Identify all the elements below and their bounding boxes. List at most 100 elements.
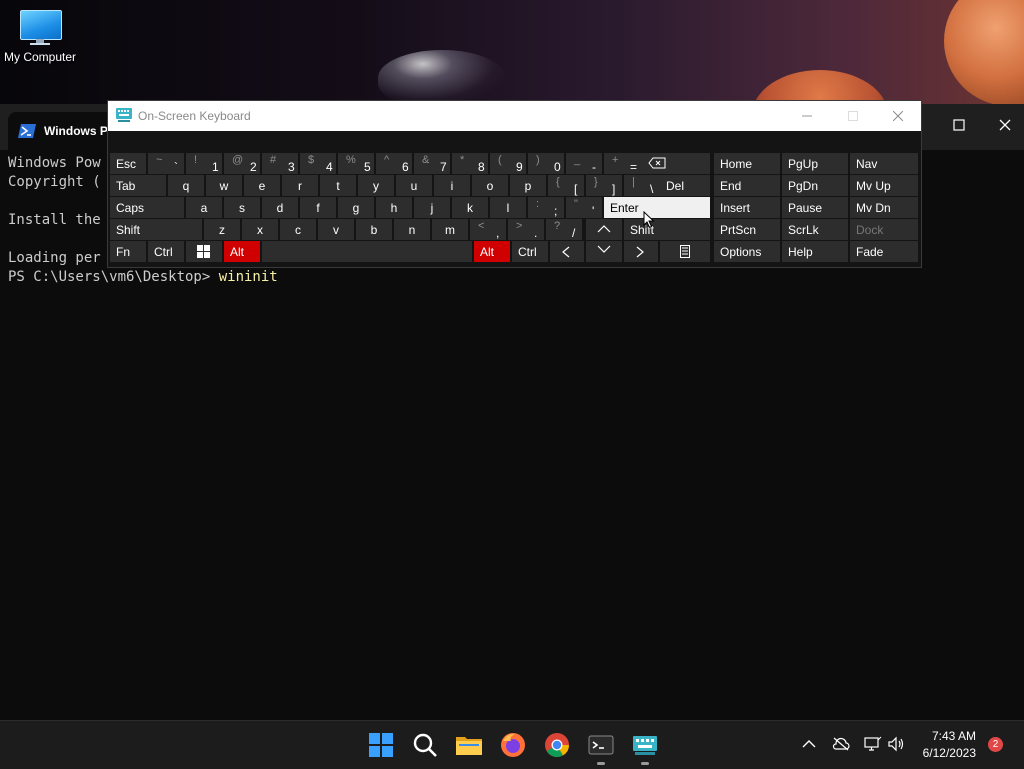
key-enter[interactable]: Enter xyxy=(604,197,710,218)
key-row1-12[interactable]: + = xyxy=(604,153,640,174)
key-menu[interactable] xyxy=(660,241,710,262)
key-letter[interactable]: v xyxy=(318,219,354,240)
key-row1-11[interactable]: _ - xyxy=(566,153,602,174)
key-punct[interactable]: >. xyxy=(508,219,544,240)
key-pgdn[interactable]: PgDn xyxy=(782,175,848,196)
key-windows[interactable] xyxy=(186,241,222,262)
key-row1-7[interactable]: & 7 xyxy=(414,153,450,174)
key-ctrl-right[interactable]: Ctrl xyxy=(512,241,548,262)
key-esc[interactable]: Esc xyxy=(110,153,146,174)
key-row1-5[interactable]: % 5 xyxy=(338,153,374,174)
key-arrow-right[interactable] xyxy=(624,241,658,262)
key-letter[interactable]: c xyxy=(280,219,316,240)
key-punct[interactable]: " ' xyxy=(566,197,602,218)
key-punct[interactable]: ? / xyxy=(546,219,582,240)
chrome-icon[interactable] xyxy=(543,731,571,759)
key-insert[interactable]: Insert xyxy=(714,197,780,218)
key-letter[interactable]: b xyxy=(356,219,392,240)
osk-maximize-button[interactable] xyxy=(830,101,876,131)
file-explorer-icon[interactable] xyxy=(455,731,483,759)
key-caps[interactable]: Caps xyxy=(110,197,184,218)
key-alt-right[interactable]: Alt xyxy=(474,241,510,262)
key-letter[interactable]: m xyxy=(432,219,468,240)
close-button[interactable] xyxy=(982,108,1024,142)
key-mv-dn[interactable]: Mv Dn xyxy=(850,197,918,218)
key-pause[interactable]: Pause xyxy=(782,197,848,218)
key-letter[interactable]: u xyxy=(396,175,432,196)
key-letter[interactable]: n xyxy=(394,219,430,240)
key-backspace[interactable] xyxy=(636,153,710,174)
key-row1-9[interactable]: (9 xyxy=(490,153,526,174)
key-row1-0[interactable]: ~ ` xyxy=(148,153,184,174)
key-shift-right[interactable]: Shift xyxy=(624,219,710,240)
cloud-offline-icon[interactable] xyxy=(832,737,850,751)
key-letter[interactable]: p xyxy=(510,175,546,196)
key-letter[interactable]: r xyxy=(282,175,318,196)
key-letter[interactable]: h xyxy=(376,197,412,218)
key-end[interactable]: End xyxy=(714,175,780,196)
key-arrow-left[interactable] xyxy=(550,241,584,262)
terminal-icon[interactable] xyxy=(587,731,615,759)
key-nav[interactable]: Nav xyxy=(850,153,918,174)
volume-icon[interactable] xyxy=(888,736,906,752)
key-home[interactable]: Home xyxy=(714,153,780,174)
key-letter[interactable]: e xyxy=(244,175,280,196)
key-arrow-up[interactable] xyxy=(586,219,622,240)
key-prtscn[interactable]: PrtScn xyxy=(714,219,780,240)
key-letter[interactable]: f xyxy=(300,197,336,218)
key-letter[interactable]: s xyxy=(224,197,260,218)
key-letter[interactable]: x xyxy=(242,219,278,240)
network-icon[interactable] xyxy=(864,736,882,752)
firefox-icon[interactable] xyxy=(499,731,527,759)
key-row1-10[interactable]: ) 0 xyxy=(528,153,564,174)
key-row1-8[interactable]: * 8 xyxy=(452,153,488,174)
osk-minimize-button[interactable] xyxy=(784,101,830,131)
start-icon[interactable] xyxy=(367,731,395,759)
key-letter[interactable]: j xyxy=(414,197,450,218)
osk-close-button[interactable] xyxy=(875,101,921,131)
key-letter[interactable]: k xyxy=(452,197,488,218)
key-bracket[interactable]: | \ xyxy=(624,175,660,196)
key-arrow-down[interactable] xyxy=(586,241,622,262)
key-letter[interactable]: g xyxy=(338,197,374,218)
key-punct[interactable]: <, xyxy=(470,219,506,240)
key-pgup[interactable]: PgUp xyxy=(782,153,848,174)
key-row1-4[interactable]: $4 xyxy=(300,153,336,174)
key-row1-1[interactable]: ! 1 xyxy=(186,153,222,174)
key-scrlk[interactable]: ScrLk xyxy=(782,219,848,240)
key-letter[interactable]: o xyxy=(472,175,508,196)
key-letter[interactable]: z xyxy=(204,219,240,240)
on-screen-keyboard-icon[interactable] xyxy=(631,731,659,759)
key-row1-2[interactable]: @2 xyxy=(224,153,260,174)
chevron-up-icon[interactable] xyxy=(802,739,816,749)
key-letter[interactable]: l xyxy=(490,197,526,218)
key-punct[interactable]: :; xyxy=(528,197,564,218)
key-space[interactable] xyxy=(262,241,472,262)
key-dock[interactable]: Dock xyxy=(850,219,918,240)
key-letter[interactable]: a xyxy=(186,197,222,218)
key-alt-left[interactable]: Alt xyxy=(224,241,260,262)
clock-date[interactable]: 6/12/2023 xyxy=(912,746,976,760)
key-ctrl-left[interactable]: Ctrl xyxy=(148,241,184,262)
key-letter[interactable]: t xyxy=(320,175,356,196)
key-bracket[interactable]: {[ xyxy=(548,175,584,196)
key-letter[interactable]: i xyxy=(434,175,470,196)
key-tab[interactable]: Tab xyxy=(110,175,166,196)
key-bracket[interactable]: }] xyxy=(586,175,622,196)
key-fade[interactable]: Fade xyxy=(850,241,918,262)
key-row1-6[interactable]: ^ 6 xyxy=(376,153,412,174)
clock-time[interactable]: 7:43 AM xyxy=(912,729,976,743)
key-shift-left[interactable]: Shift xyxy=(110,219,202,240)
key-letter[interactable]: w xyxy=(206,175,242,196)
key-letter[interactable]: y xyxy=(358,175,394,196)
key-mv-up[interactable]: Mv Up xyxy=(850,175,918,196)
key-help[interactable]: Help xyxy=(782,241,848,262)
key-row1-3[interactable]: #3 xyxy=(262,153,298,174)
maximize-button[interactable] xyxy=(936,108,982,142)
desktop-icon-my-computer[interactable]: My Computer xyxy=(2,8,78,64)
key-fn[interactable]: Fn xyxy=(110,241,146,262)
search-icon[interactable] xyxy=(411,731,439,759)
key-del[interactable]: Del xyxy=(660,175,710,196)
key-options[interactable]: Options xyxy=(714,241,780,262)
key-letter[interactable]: q xyxy=(168,175,204,196)
